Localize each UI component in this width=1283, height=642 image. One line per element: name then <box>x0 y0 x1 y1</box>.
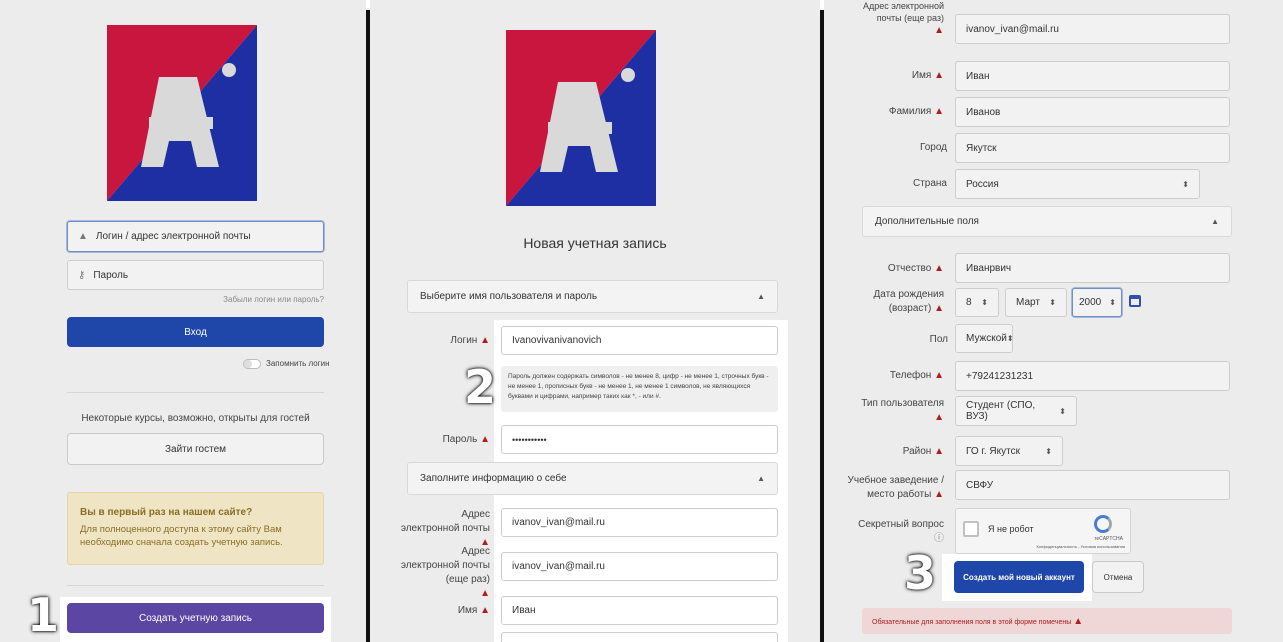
key-icon: ⚷ <box>78 269 86 281</box>
forgot-link[interactable]: Забыли логин или пароль? <box>223 295 324 304</box>
phone-field[interactable]: +79241231231 <box>955 361 1230 391</box>
login-panel: ▲ Логин / адрес электронной почты ⚷ Паро… <box>0 0 366 642</box>
create-new-account-button[interactable]: Создать мой новый аккаунт <box>954 561 1084 593</box>
section-divider <box>67 585 324 586</box>
required-icon: ▲ <box>480 588 490 599</box>
section-username-password[interactable]: Выберите имя пользователя и пароль ▲ <box>407 280 778 313</box>
calendar-icon[interactable] <box>1129 295 1141 307</box>
section-extra-fields[interactable]: Дополнительные поля ▲ <box>862 206 1232 237</box>
signup-panel: Новая учетная запись Выберите имя пользо… <box>370 0 820 642</box>
captcha-label: Секретный вопрос ⓘ <box>858 519 944 544</box>
gender-select[interactable]: Мужской ⬍ <box>955 324 1014 353</box>
school-label: Учебное заведение / место работы ▲ <box>847 475 944 500</box>
surname-field[interactable]: Иванов <box>955 97 1230 127</box>
required-icon: ▲ <box>934 489 944 500</box>
name-label: Имя ▲ <box>911 70 944 81</box>
required-icon: ▲ <box>934 412 944 423</box>
captcha-terms: Конфиденциальность - Условия использован… <box>1036 544 1125 549</box>
remember-label: Запомнить логин <box>266 359 330 368</box>
gender-label: Пол <box>929 334 948 345</box>
profile-panel: Адрес электронной почты (еще раз) ▲ ivano… <box>824 0 1283 642</box>
password-hint: Пароль должен содержать символов - не ме… <box>501 366 778 412</box>
required-icon: ▲ <box>934 303 944 314</box>
required-icon: ▲ <box>934 370 944 381</box>
section-about-me[interactable]: Заполните информацию о себе ▲ <box>407 462 778 495</box>
patronymic-label: Отчество ▲ <box>887 263 944 274</box>
guest-button[interactable]: Зайти гостем <box>67 433 324 465</box>
email-label: Адрес электронной почты ▲ <box>400 509 490 548</box>
birth-day-select[interactable]: 8 ⬍ <box>955 288 999 317</box>
email2-label: Адрес электронной почты (еще раз) ▲ <box>400 546 490 599</box>
required-icon: ▲ <box>1073 616 1084 627</box>
recaptcha-widget[interactable]: Я не робот reCAPTCHA Конфиденциальность … <box>955 508 1131 554</box>
city-label: Город <box>919 142 947 153</box>
captcha-text: Я не робот <box>988 524 1034 534</box>
birth-month-select[interactable]: Март ⬍ <box>1005 288 1067 317</box>
captcha-brand: reCAPTCHA <box>1094 536 1123 542</box>
caret-up-icon: ▲ <box>757 292 765 301</box>
required-icon: ▲ <box>934 106 944 117</box>
caret-up-icon: ▲ <box>757 474 765 483</box>
usertype-label: Тип пользователя ▲ <box>861 398 944 423</box>
patronymic-field[interactable]: Иванрвич <box>955 253 1230 283</box>
usertype-select[interactable]: Студент (СПО, ВУЗ) ⬍ <box>955 396 1077 426</box>
school-field[interactable]: СВФУ <box>955 470 1230 500</box>
login-label: Логин ▲ <box>450 335 490 346</box>
required-icon: ▲ <box>480 605 490 616</box>
create-account-button[interactable]: Создать учетную запись <box>67 603 324 633</box>
phone-label: Телефон ▲ <box>889 370 944 381</box>
required-icon: ▲ <box>934 263 944 274</box>
email2-label: Адрес электронной почты (еще раз) ▲ <box>862 1 944 36</box>
email2-field[interactable]: ivanov_ivan@mail.ru <box>955 14 1230 44</box>
password-input[interactable]: ⚷ Пароль <box>67 260 324 290</box>
section-divider <box>67 392 324 393</box>
login-button[interactable]: Вход <box>67 317 324 347</box>
first-visit-notice: Вы в первый раз на нашем сайте? Для полн… <box>67 492 324 565</box>
select-arrow-icon: ⬍ <box>1182 179 1189 189</box>
district-select[interactable]: ГО г. Якутск ⬍ <box>955 436 1063 466</box>
required-icon: ▲ <box>480 335 490 346</box>
login-input[interactable]: ▲ Логин / адрес электронной почты <box>67 221 324 252</box>
country-label: Страна <box>912 178 947 189</box>
step-number-3: 3 <box>904 546 937 600</box>
city-field[interactable]: Якутск <box>955 133 1230 163</box>
site-logo <box>506 30 656 206</box>
cancel-button[interactable]: Отмена <box>1092 561 1144 593</box>
name-field[interactable]: Иван <box>955 61 1230 91</box>
recaptcha-icon <box>1094 515 1112 533</box>
birth-year-select[interactable]: 2000 ⬍ <box>1072 288 1122 317</box>
surname-label: Фамилия ▲ <box>888 106 944 117</box>
password-label: Пароль ▲ <box>442 434 490 445</box>
required-icon: ▲ <box>480 434 490 445</box>
user-icon: ▲ <box>78 231 88 242</box>
help-icon: ⓘ <box>934 533 944 544</box>
required-icon: ▲ <box>934 25 944 36</box>
email-field[interactable]: ivanov_ivan@mail.ru <box>501 508 778 537</box>
site-logo <box>107 25 257 201</box>
caret-up-icon: ▲ <box>1211 217 1219 226</box>
required-fields-note: Обязательные для заполнения поля в этой … <box>862 608 1232 634</box>
captcha-checkbox[interactable] <box>963 521 979 537</box>
login-field[interactable]: Ivanovivanivanovich <box>501 326 778 355</box>
password-field[interactable]: ••••••••••• <box>501 425 778 454</box>
remember-toggle[interactable] <box>243 359 261 369</box>
required-icon: ▲ <box>934 70 944 81</box>
step-number-1: 1 <box>27 588 60 642</box>
guest-text: Некоторые курсы, возможно, открыты для г… <box>81 413 310 424</box>
page-title: Новая учетная запись <box>523 235 667 251</box>
country-select[interactable]: Россия ⬍ <box>955 169 1200 199</box>
notice-text: Для полноценного доступа к этому сайту В… <box>80 524 283 548</box>
email2-field[interactable]: ivanov_ivan@mail.ru <box>501 552 778 581</box>
step-number-2: 2 <box>464 360 497 414</box>
next-field[interactable] <box>501 632 778 642</box>
required-icon: ▲ <box>934 446 944 457</box>
notice-title: Вы в первый раз на нашем сайте? <box>80 507 253 518</box>
name-label: Имя ▲ <box>457 605 490 616</box>
name-field[interactable]: Иван <box>501 596 778 625</box>
district-label: Район ▲ <box>902 446 944 457</box>
birth-label: Дата рождения (возраст) ▲ <box>873 289 944 314</box>
